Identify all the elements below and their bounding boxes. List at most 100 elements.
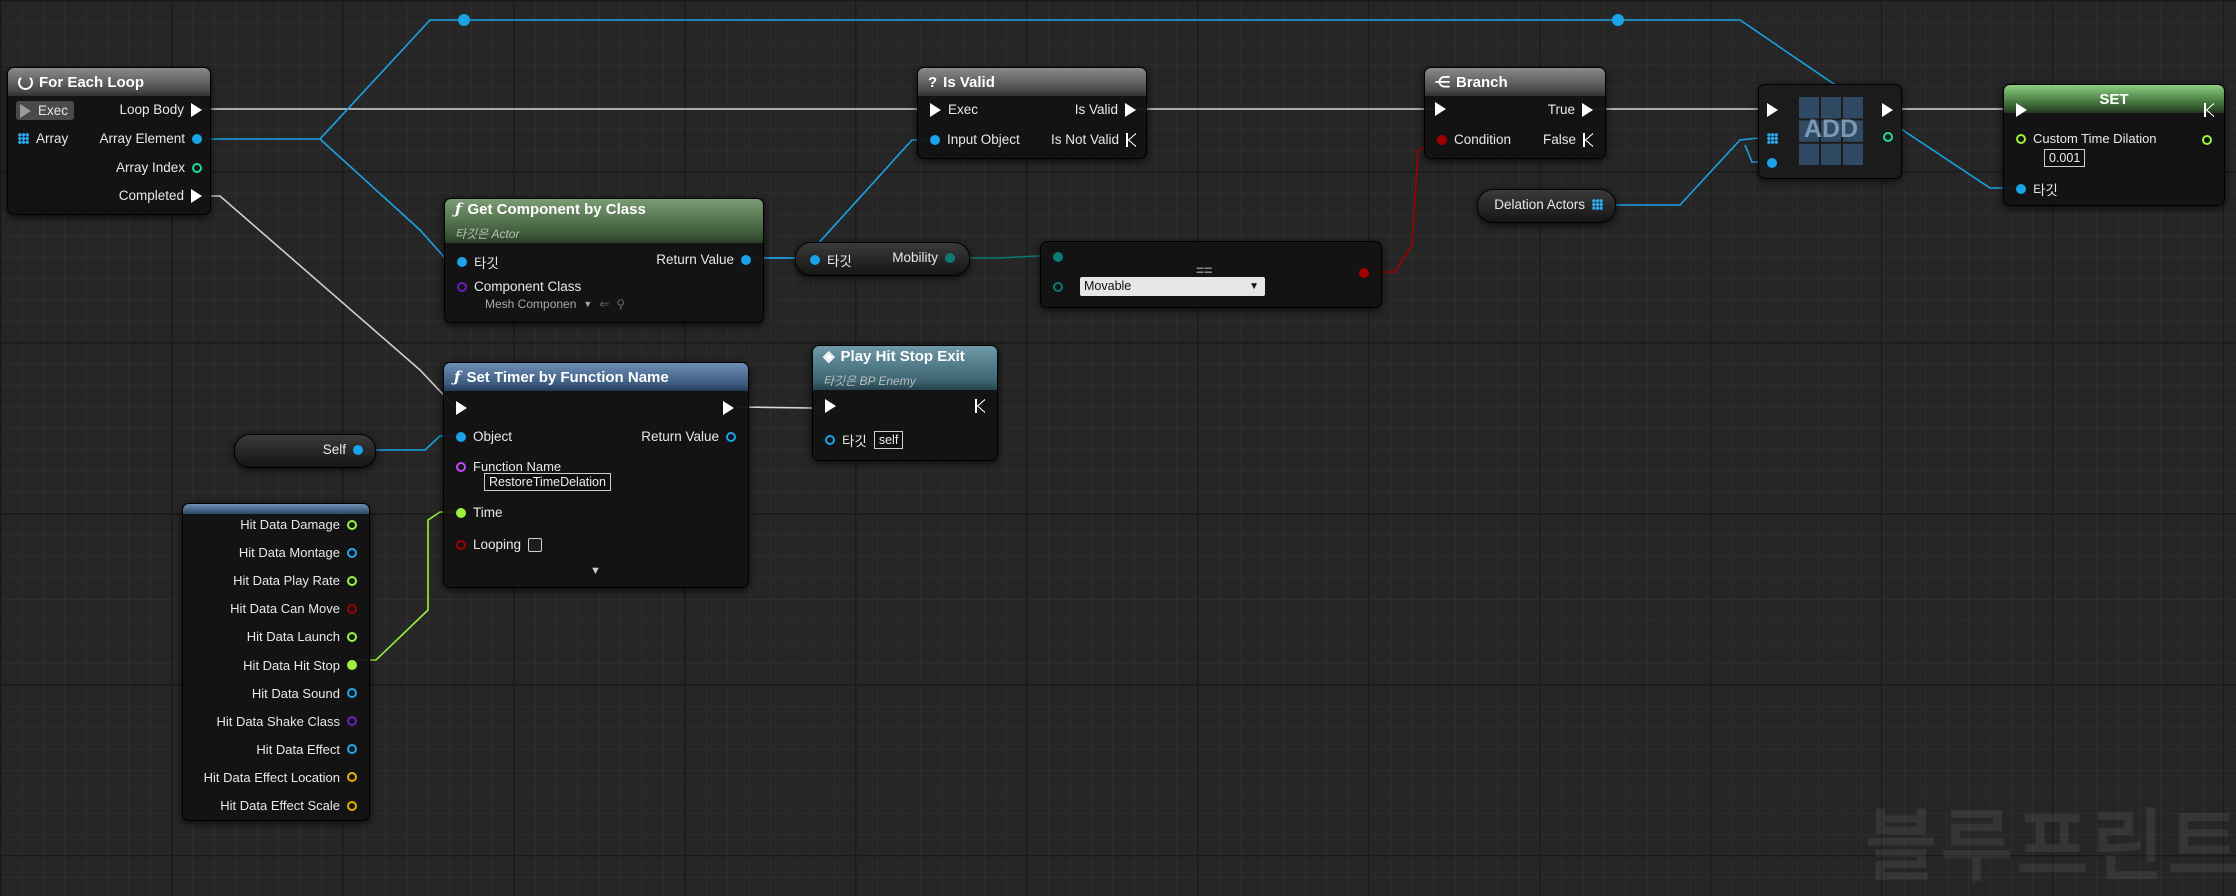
get-component-header[interactable]: ƒ Get Component by Class 타깃은 Actor <box>445 199 763 243</box>
loop-body-pin[interactable]: Loop Body <box>119 102 202 117</box>
is-valid-pin[interactable]: Is Valid <box>1075 102 1136 117</box>
float-pin-icon <box>2016 133 2026 144</box>
arrow-left-icon[interactable]: ⇐ <box>599 297 609 311</box>
hitstop-target-pin[interactable]: 타깃 self <box>825 430 904 450</box>
enum-select[interactable]: Movable ▼ <box>1080 277 1265 296</box>
array-index-pin[interactable]: Array Index <box>116 160 202 175</box>
for-each-loop-header[interactable]: For Each Loop <box>8 68 210 96</box>
hit-data-field-pin[interactable]: Hit Data Montage <box>239 545 357 560</box>
condition-pin[interactable]: Condition <box>1437 132 1511 147</box>
exec-input-pin[interactable]: Exec <box>16 101 75 120</box>
hit-data-field-pin[interactable]: Hit Data Hit Stop <box>243 658 357 673</box>
exec-output-pin[interactable] <box>1882 103 1893 117</box>
pin-label: Hit Data Can Move <box>230 601 340 617</box>
function-name-input[interactable]: RestoreTimeDelation <box>484 473 611 491</box>
delation-actors-getter[interactable]: Delation Actors <box>1477 189 1616 223</box>
equal-enum-node[interactable]: == Movable ▼ <box>1040 241 1382 308</box>
true-pin[interactable]: True <box>1548 102 1593 117</box>
mobility-output-pin[interactable]: Mobility <box>892 250 955 265</box>
array-add-node[interactable]: ADD <box>1758 84 1902 179</box>
object-pin-icon <box>810 255 820 265</box>
item-pin-icon[interactable] <box>1767 158 1777 168</box>
target-pin[interactable]: 타깃 <box>2016 179 2058 199</box>
search-icon[interactable]: ⚲ <box>616 297 625 311</box>
object-pin-icon <box>347 688 357 699</box>
array-grid-icon[interactable] <box>1767 133 1778 144</box>
hit-data-field-pin[interactable]: Hit Data Sound <box>252 686 357 701</box>
looping-checkbox[interactable] <box>528 537 543 552</box>
int-pin-icon[interactable] <box>1883 132 1893 142</box>
exec-input-pin[interactable] <box>456 401 467 415</box>
target-pin[interactable]: 타깃 <box>457 252 499 272</box>
component-class-pin[interactable]: Component Class <box>457 279 581 294</box>
byte-pin-icon[interactable] <box>1053 252 1063 262</box>
exec-input-pin[interactable] <box>1767 103 1778 117</box>
branch-node[interactable]: ⋲ Branch Condition True False <box>1424 67 1606 159</box>
object-pin-icon <box>347 547 357 558</box>
exec-input-pin[interactable]: Exec <box>930 102 978 117</box>
array-element-pin[interactable]: Array Element <box>99 131 202 146</box>
expand-arrow-icon[interactable]: ▼ <box>590 565 601 577</box>
branch-header[interactable]: ⋲ Branch <box>1425 68 1605 96</box>
exec-input-pin[interactable] <box>1435 102 1446 116</box>
pin-label: Array <box>36 131 69 146</box>
dilation-value-input[interactable]: 0.001 <box>2044 149 2086 167</box>
reroute-knot-right[interactable] <box>1612 14 1624 26</box>
custom-time-dilation-pin[interactable]: Custom Time Dilation <box>2016 131 2157 146</box>
delation-actors-pin[interactable]: Delation Actors <box>1494 197 1603 212</box>
hit-data-field-pin[interactable]: Hit Data Shake Class <box>216 714 357 729</box>
looping-pin[interactable]: Looping <box>456 537 543 552</box>
is-not-valid-pin[interactable]: Is Not Valid <box>1051 132 1136 147</box>
hit-data-field-pin[interactable]: Hit Data Effect Scale <box>220 798 357 813</box>
hit-data-field-pin[interactable]: Hit Data Launch <box>247 629 357 644</box>
is-valid-header[interactable]: ? Is Valid <box>918 68 1146 96</box>
exec-output-pin[interactable] <box>723 401 734 415</box>
get-component-by-class-node[interactable]: ƒ Get Component by Class 타깃은 Actor 타깃 Ret… <box>444 198 764 323</box>
exec-output-pin[interactable] <box>2204 103 2214 117</box>
hit-data-break-node[interactable]: Hit Data Damage Hit Data Montage Hit Data … <box>182 503 370 821</box>
equal-symbol: == <box>1196 262 1213 278</box>
exec-input-pin[interactable] <box>2016 103 2027 117</box>
function-name-pin[interactable]: Function Name <box>456 459 561 474</box>
component-class-dropdown[interactable]: Mesh Componen ▼ ⇐ ⚲ <box>485 297 625 311</box>
pin-label: Return Value <box>656 252 734 267</box>
pin-label: Hit Data Effect Location <box>203 769 340 785</box>
hit-data-field-pin[interactable]: Hit Data Play Rate <box>233 573 357 588</box>
hit-data-field-pin[interactable]: Hit Data Damage <box>240 517 357 532</box>
pin-label: Self <box>322 442 346 457</box>
play-hit-stop-exit-node[interactable]: ◈ Play Hit Stop Exit 타깃은 BP Enemy 타깃 self <box>812 345 998 461</box>
hit-data-field-pin[interactable]: Hit Data Effect <box>256 742 357 757</box>
hit-data-field-pin[interactable]: Hit Data Effect Location <box>204 770 357 785</box>
exec-input-pin[interactable] <box>825 399 836 413</box>
pin-label: Array Index <box>115 160 185 175</box>
mobility-getter-node[interactable]: 타깃 Mobility <box>795 242 970 276</box>
time-pin[interactable]: Time <box>456 505 503 520</box>
target-value[interactable]: self <box>873 431 904 449</box>
is-valid-node[interactable]: ? Is Valid Exec Input Object Is Valid Is… <box>917 67 1147 159</box>
exec-output-pin[interactable] <box>975 399 985 413</box>
for-each-loop-node[interactable]: For Each Loop Exec Array Loop Body Array… <box>7 67 211 215</box>
hit-data-field-pin[interactable]: Hit Data Can Move <box>230 601 357 616</box>
set-custom-time-dilation-node[interactable]: SET Custom Time Dilation 0.001 타깃 <box>2003 84 2225 206</box>
self-reference-node[interactable]: Self <box>234 434 376 468</box>
return-value-pin[interactable]: Return Value <box>641 429 736 444</box>
set-timer-by-function-name-node[interactable]: ƒ Set Timer by Function Name Object Retu… <box>443 362 749 588</box>
float-output-pin-icon[interactable] <box>2202 135 2212 145</box>
reroute-knot-left[interactable] <box>458 14 470 26</box>
play-hit-stop-header[interactable]: ◈ Play Hit Stop Exit 타깃은 BP Enemy <box>813 346 997 390</box>
object-pin[interactable]: Object <box>456 429 512 444</box>
mobility-target-pin[interactable]: 타깃 <box>810 250 852 270</box>
set-header[interactable]: SET <box>2004 85 2224 113</box>
completed-pin[interactable]: Completed <box>119 188 202 203</box>
node-subtitle: 타깃은 Actor <box>455 227 520 241</box>
byte-pin-icon[interactable] <box>1053 282 1063 292</box>
bool-pin-icon[interactable] <box>1359 268 1369 278</box>
object-wire-delation-add <box>1600 136 1769 206</box>
return-value-pin[interactable]: Return Value <box>656 252 751 267</box>
loop-icon <box>18 74 33 90</box>
set-timer-header[interactable]: ƒ Set Timer by Function Name <box>444 363 748 391</box>
false-pin[interactable]: False <box>1543 132 1593 147</box>
input-object-pin[interactable]: Input Object <box>930 132 1020 147</box>
array-input-pin[interactable]: Array <box>18 131 68 146</box>
self-pin[interactable]: Self <box>323 442 363 457</box>
